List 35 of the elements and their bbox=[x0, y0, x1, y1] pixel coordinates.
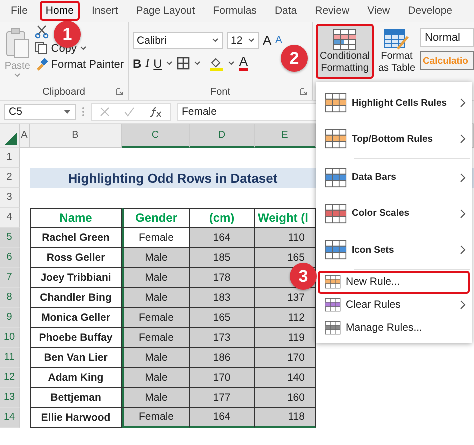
table-cell: 119 bbox=[255, 328, 316, 348]
table-cell: 164 bbox=[190, 228, 255, 248]
table-cell: 185 bbox=[190, 248, 255, 268]
table-cell: 164 bbox=[190, 408, 255, 428]
table-cell: 137 bbox=[255, 288, 316, 308]
table-cell: 186 bbox=[190, 348, 255, 368]
table-cell: Male bbox=[122, 388, 190, 408]
group-label: Font bbox=[210, 86, 230, 98]
table-cell: Male bbox=[122, 248, 190, 268]
table-cell: Female bbox=[122, 308, 190, 328]
table-cell: 177 bbox=[190, 388, 255, 408]
table-cell: 165 bbox=[190, 308, 255, 328]
table-cell: Female bbox=[122, 408, 190, 428]
column-heading: Weight (l bbox=[255, 208, 316, 228]
table-cell: 118 bbox=[255, 408, 316, 428]
table-cell: 178 bbox=[190, 268, 255, 288]
table-cell: Male bbox=[122, 348, 190, 368]
table-cell: Rachel Green bbox=[30, 228, 122, 248]
table-cell: 140 bbox=[255, 368, 316, 388]
table-cell: 170 bbox=[255, 348, 316, 368]
table-cell: 112 bbox=[255, 308, 316, 328]
table-cell: Male bbox=[122, 268, 190, 288]
table-cell: Male bbox=[122, 288, 190, 308]
table-cell: 173 bbox=[190, 328, 255, 348]
table-cell: 110 bbox=[255, 228, 316, 248]
table-cell: Male bbox=[122, 368, 190, 388]
column-heading: Name bbox=[30, 208, 122, 228]
table-cell: 160 bbox=[255, 388, 316, 408]
column-heading: (cm) bbox=[190, 208, 255, 228]
table-cell: 170 bbox=[190, 368, 255, 388]
group-label: Clipboard bbox=[42, 86, 86, 98]
column-heading: Gender bbox=[122, 208, 190, 228]
table-cell: 183 bbox=[190, 288, 255, 308]
sheet-title: Highlighting Odd Rows in Dataset bbox=[30, 168, 316, 188]
table-cell: Female bbox=[122, 328, 190, 348]
